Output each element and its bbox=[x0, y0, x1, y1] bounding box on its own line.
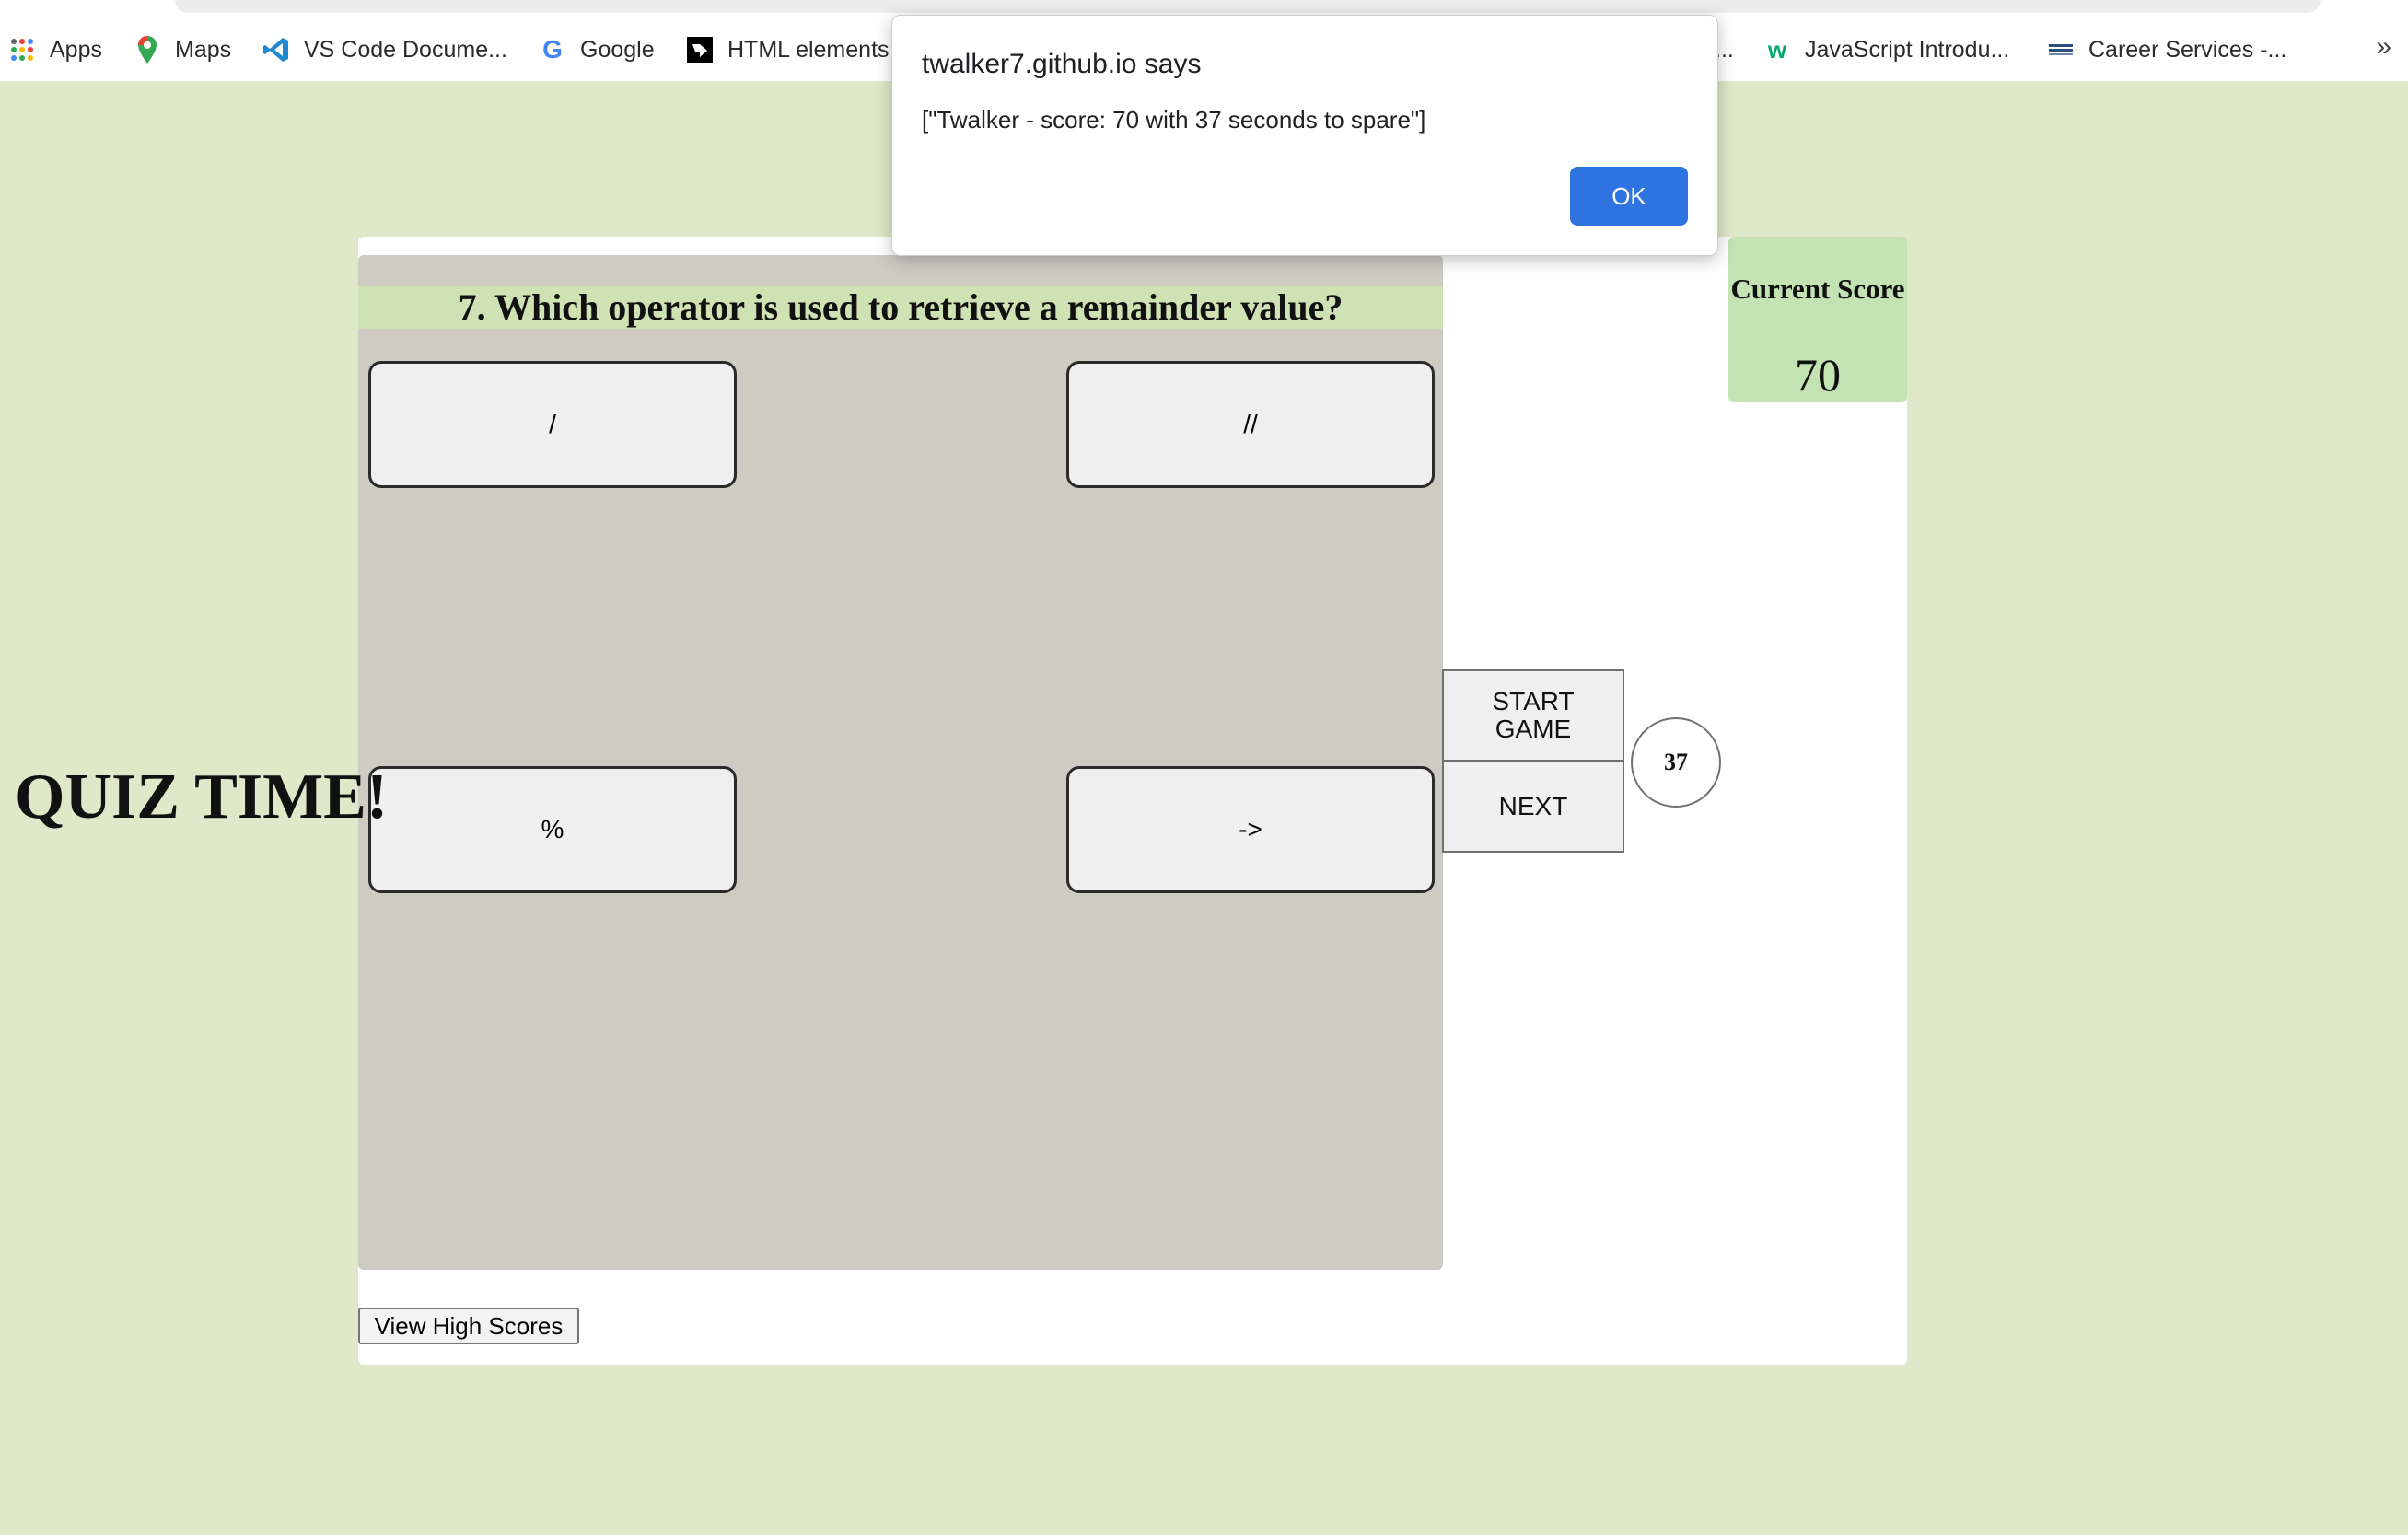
bookmark-label: VS Code Docume... bbox=[304, 36, 507, 63]
address-bar-edge bbox=[175, 0, 2321, 13]
bookmark-label: Google bbox=[580, 36, 655, 63]
answer-button-3[interactable]: % bbox=[368, 766, 737, 893]
answer-button-4[interactable]: -> bbox=[1066, 766, 1435, 893]
bookmark-label: Maps bbox=[175, 36, 232, 63]
mdn-icon bbox=[685, 35, 715, 64]
bookmark-apps[interactable]: Apps bbox=[7, 31, 102, 68]
w3schools-icon: w bbox=[1767, 35, 1787, 64]
bookmark-label: Apps bbox=[50, 36, 102, 63]
bookmark-vscode-docs[interactable]: VS Code Docume... bbox=[262, 31, 507, 68]
start-game-button[interactable]: START GAME bbox=[1442, 669, 1624, 762]
google-icon: G bbox=[542, 35, 563, 64]
score-label: Current Score bbox=[1730, 273, 1905, 305]
dialog-message: ["Twalker - score: 70 with 37 seconds to… bbox=[922, 106, 1426, 134]
next-button[interactable]: NEXT bbox=[1442, 761, 1624, 853]
career-services-icon bbox=[2046, 35, 2076, 64]
bookmark-label: HTML elements bbox=[727, 36, 890, 63]
dialog-title: twalker7.github.io says bbox=[922, 49, 1202, 79]
bookmark-html-elements[interactable]: HTML elements bbox=[685, 31, 890, 68]
bookmark-label: Career Services -... bbox=[2088, 36, 2287, 63]
answer-button-2[interactable]: // bbox=[1066, 361, 1435, 488]
countdown-timer: 37 bbox=[1631, 717, 1721, 808]
bookmark-google[interactable]: G Google bbox=[538, 31, 655, 68]
bookmark-maps[interactable]: Maps bbox=[133, 31, 231, 68]
bookmark-javascript-intro[interactable]: w JavaScript Introdu... bbox=[1762, 31, 2009, 68]
bookmarks-overflow-icon[interactable]: » bbox=[2376, 31, 2391, 63]
score-value: 70 bbox=[1795, 349, 1841, 401]
page-title: QUIZ TIME! bbox=[15, 762, 389, 832]
bookmark-label: JavaScript Introdu... bbox=[1805, 36, 2010, 63]
alert-dialog: twalker7.github.io says ["Twalker - scor… bbox=[891, 15, 1718, 256]
apps-grid-icon bbox=[7, 35, 37, 64]
maps-pin-icon bbox=[133, 35, 162, 64]
question-text: 7. Which operator is used to retrieve a … bbox=[458, 286, 1344, 328]
answer-button-1[interactable]: / bbox=[368, 361, 737, 488]
bookmark-career-services[interactable]: Career Services -... bbox=[2046, 31, 2286, 68]
view-high-scores-button[interactable]: View High Scores bbox=[358, 1308, 579, 1344]
ok-button[interactable]: OK bbox=[1570, 167, 1688, 226]
vscode-icon bbox=[262, 35, 291, 64]
